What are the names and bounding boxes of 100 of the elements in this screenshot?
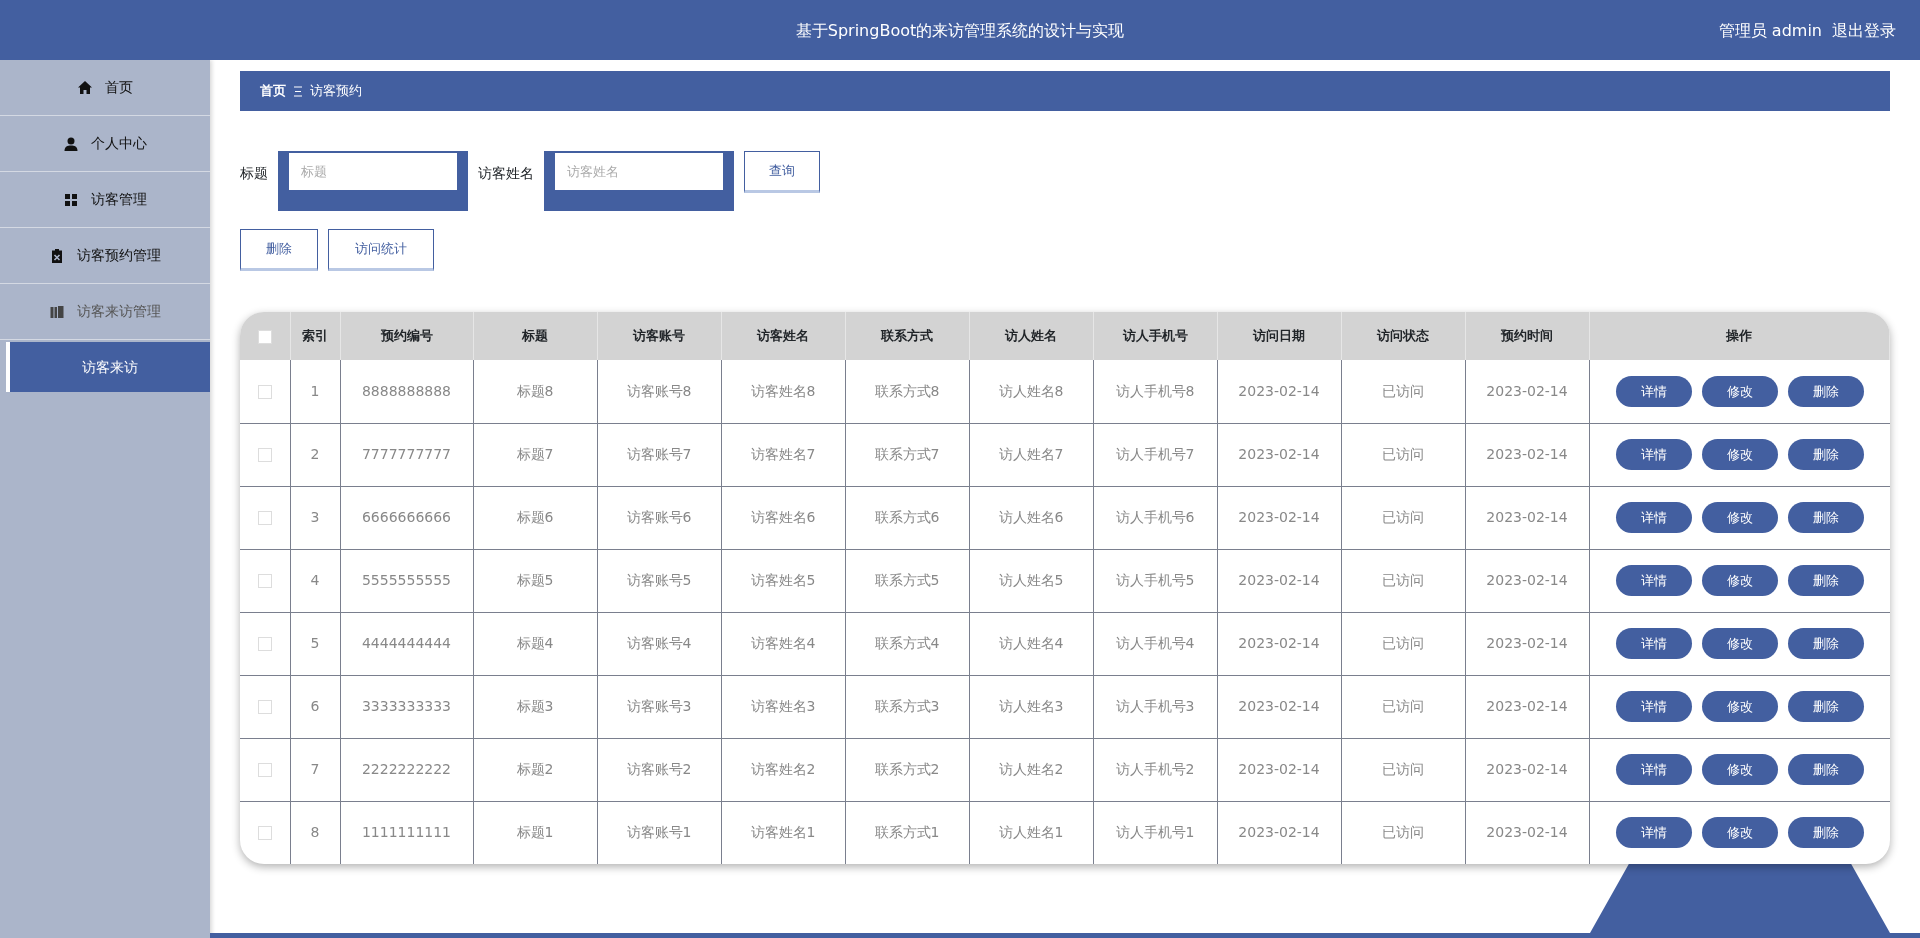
row-action-button[interactable]: 删除 xyxy=(1787,754,1864,785)
table-cell: 2023-02-14 xyxy=(1217,675,1341,738)
row-checkbox[interactable] xyxy=(257,448,272,462)
table-cell: 1 xyxy=(290,360,340,423)
table-cell: 访客账号6 xyxy=(597,486,721,549)
table-cell: 访客账号5 xyxy=(597,549,721,612)
home-icon xyxy=(77,79,93,96)
table-cell: 2023-02-14 xyxy=(1217,486,1341,549)
table-cell: 8 xyxy=(290,801,340,864)
row-action-button[interactable]: 详情 xyxy=(1615,628,1692,659)
search-field[interactable]: 访客姓名 xyxy=(544,151,734,211)
row-action-button[interactable]: 详情 xyxy=(1615,375,1692,407)
table-cell: 已访问 xyxy=(1341,612,1465,675)
table-cell: 标题2 xyxy=(473,738,597,801)
row-checkbox[interactable] xyxy=(257,574,272,588)
table-cell: 访人姓名2 xyxy=(969,738,1093,801)
table-cell: 2023-02-14 xyxy=(1465,423,1589,486)
column-header: 访问日期 xyxy=(1217,312,1341,360)
row-action-button[interactable]: 删除 xyxy=(1787,817,1864,849)
column-header: 预约编号 xyxy=(340,312,473,360)
row-action-button[interactable]: 详情 xyxy=(1615,439,1692,470)
table-cell: 访人手机号4 xyxy=(1093,612,1217,675)
table-cell: 2023-02-14 xyxy=(1465,675,1589,738)
table-cell: 访人手机号1 xyxy=(1093,801,1217,864)
row-checkbox[interactable] xyxy=(257,384,272,399)
row-checkbox[interactable] xyxy=(257,826,272,841)
logout-link[interactable]: 退出登录 xyxy=(1832,19,1896,43)
row-action-button[interactable]: 修改 xyxy=(1701,817,1778,849)
table-cell: 访客姓名1 xyxy=(721,801,845,864)
table-cell: 联系方式8 xyxy=(845,360,969,423)
sidebar-item[interactable]: 个人中心 xyxy=(0,116,210,172)
column-header: 访客账号 xyxy=(597,312,721,360)
row-checkbox[interactable] xyxy=(257,637,272,651)
sidebar-item[interactable]: 访客预约管理 xyxy=(0,228,210,284)
table-cell: 已访问 xyxy=(1341,549,1465,612)
table-cell: 访客账号3 xyxy=(597,675,721,738)
table-cell: 2023-02-14 xyxy=(1217,612,1341,675)
row-action-button[interactable]: 删除 xyxy=(1787,502,1864,533)
table-cell: 访客姓名2 xyxy=(721,738,845,801)
row-action-button[interactable]: 修改 xyxy=(1701,691,1778,722)
table-cell: 访人姓名4 xyxy=(969,612,1093,675)
table-cell: 访客账号7 xyxy=(597,423,721,486)
search-label: 标题 xyxy=(240,164,268,183)
row-action-button[interactable]: 修改 xyxy=(1701,565,1778,596)
column-header: 操作 xyxy=(1589,312,1890,360)
table-cell: 访人手机号6 xyxy=(1093,486,1217,549)
column-header: 联系方式 xyxy=(845,312,969,360)
search-field[interactable]: 标题 xyxy=(278,151,468,211)
table-cell: 6666666666 xyxy=(340,486,473,549)
table-cell: 2023-02-14 xyxy=(1465,738,1589,801)
column-header: 预约时间 xyxy=(1465,312,1589,360)
action-button[interactable]: 删除 xyxy=(240,229,318,271)
column-header: 索引 xyxy=(290,312,340,360)
table-cell: 联系方式2 xyxy=(845,738,969,801)
table-cell: 访客姓名7 xyxy=(721,423,845,486)
row-checkbox[interactable] xyxy=(257,763,272,777)
table-cell: 访客姓名6 xyxy=(721,486,845,549)
table-cell: 2023-02-14 xyxy=(1217,423,1341,486)
action-button[interactable]: 访问统计 xyxy=(328,229,434,271)
sidebar-item[interactable]: 首页 xyxy=(0,60,210,116)
table-cell: 6 xyxy=(290,675,340,738)
row-action-button[interactable]: 删除 xyxy=(1787,628,1864,659)
row-action-button[interactable]: 修改 xyxy=(1701,375,1778,407)
column-header: 标题 xyxy=(473,312,597,360)
row-action-button[interactable]: 修改 xyxy=(1701,502,1778,533)
row-action-button[interactable]: 详情 xyxy=(1615,691,1692,722)
sidebar-item[interactable]: 访客管理 xyxy=(0,172,210,228)
table-cell: 联系方式5 xyxy=(845,549,969,612)
search-button[interactable]: 查询 xyxy=(744,151,820,193)
breadcrumb-home[interactable]: 首页 xyxy=(260,81,286,101)
sidebar-item[interactable]: 访客来访管理 xyxy=(0,284,210,340)
clipboard-icon xyxy=(49,247,65,264)
row-action-button[interactable]: 删除 xyxy=(1787,691,1864,722)
row-action-button[interactable]: 修改 xyxy=(1701,754,1778,785)
table-cell: 访人姓名8 xyxy=(969,360,1093,423)
table-cell: 2 xyxy=(290,423,340,486)
table-cell: 访人手机号5 xyxy=(1093,549,1217,612)
row-action-button[interactable]: 修改 xyxy=(1701,439,1778,470)
row-action-button[interactable]: 删除 xyxy=(1787,375,1864,407)
row-action-button[interactable]: 删除 xyxy=(1787,439,1864,470)
table-cell: 联系方式7 xyxy=(845,423,969,486)
table-cell: 访人姓名5 xyxy=(969,549,1093,612)
table-cell: 2023-02-14 xyxy=(1465,549,1589,612)
row-checkbox[interactable] xyxy=(257,511,272,525)
select-all-checkbox[interactable] xyxy=(257,329,272,344)
table-cell: 访人手机号7 xyxy=(1093,423,1217,486)
table-cell: 5 xyxy=(290,612,340,675)
row-action-button[interactable]: 详情 xyxy=(1615,817,1692,849)
row-action-button[interactable]: 详情 xyxy=(1615,502,1692,533)
row-action-button[interactable]: 详情 xyxy=(1615,565,1692,596)
row-checkbox[interactable] xyxy=(257,700,272,714)
row-action-button[interactable]: 修改 xyxy=(1701,628,1778,659)
table-cell: 已访问 xyxy=(1341,738,1465,801)
row-action-button[interactable]: 详情 xyxy=(1615,754,1692,785)
row-action-button[interactable]: 删除 xyxy=(1787,565,1864,596)
table-cell: 标题6 xyxy=(473,486,597,549)
sidebar-subitem[interactable]: 访客来访 xyxy=(6,342,210,392)
table-cell: 访人姓名7 xyxy=(969,423,1093,486)
table-cell: 2023-02-14 xyxy=(1465,801,1589,864)
table-cell: 访客姓名4 xyxy=(721,612,845,675)
